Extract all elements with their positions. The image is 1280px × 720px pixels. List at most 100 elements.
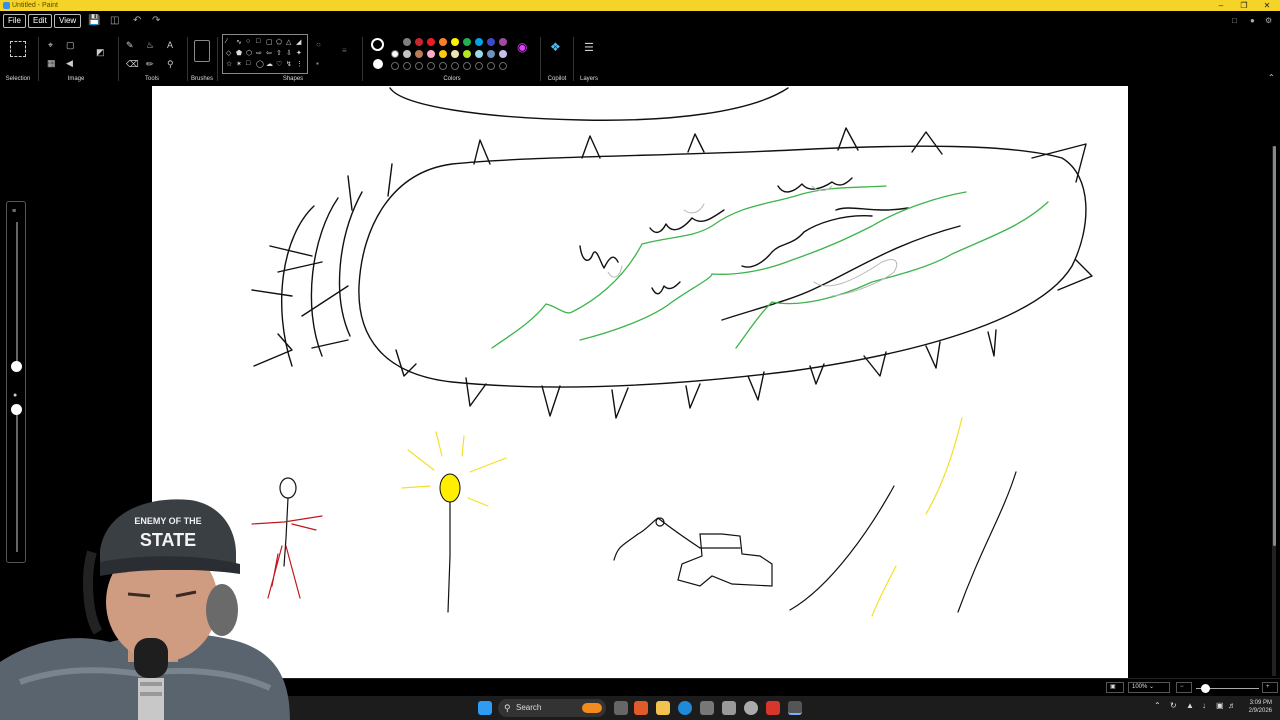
custom-color-slot[interactable] bbox=[415, 62, 423, 70]
callout-rect-shape-icon[interactable]: □ bbox=[246, 60, 256, 71]
zoom-slider-knob[interactable] bbox=[1201, 684, 1210, 693]
star5-shape-icon[interactable]: ☆ bbox=[226, 60, 236, 71]
size-slider-knob[interactable] bbox=[11, 361, 22, 372]
copilot-taskbar-icon[interactable] bbox=[634, 701, 648, 715]
shapes-grid[interactable]: ∕ ∿ ○ □ ▢ ⬠ △ ◢ ◇ ⬟ ⬡ ⇨ ⇦ ⇧ ⇩ ✦ ☆ ✶ □ ◯ … bbox=[226, 38, 306, 71]
left-arrow-shape-icon[interactable]: ⇦ bbox=[266, 49, 276, 60]
secondary-color-swatch[interactable] bbox=[373, 59, 383, 69]
start-menu-icon[interactable] bbox=[478, 701, 492, 715]
edit-colors-icon[interactable]: ◉ bbox=[517, 41, 527, 53]
fit-screen-button[interactable]: ▣ bbox=[1106, 682, 1124, 693]
fill-icon[interactable]: ♨ bbox=[146, 40, 154, 50]
zoom-in-button[interactable]: + bbox=[1262, 682, 1278, 693]
curve-shape-icon[interactable]: ∿ bbox=[236, 38, 246, 49]
color-swatch[interactable] bbox=[415, 50, 423, 58]
profile-icon[interactable]: ● bbox=[1250, 15, 1255, 27]
up-arrow-shape-icon[interactable]: ⇧ bbox=[276, 49, 286, 60]
image-grid-icon[interactable]: ▦ bbox=[47, 58, 56, 68]
heart-shape-icon[interactable]: ♡ bbox=[276, 60, 286, 71]
zoom-level-dropdown[interactable]: 100% ⌄ bbox=[1128, 682, 1170, 693]
view-menu[interactable]: View bbox=[54, 14, 82, 28]
brush-icon[interactable] bbox=[194, 40, 210, 62]
custom-color-slot[interactable] bbox=[475, 62, 483, 70]
taskbar-search[interactable]: ⚲ Search bbox=[498, 699, 606, 717]
color-swatch[interactable] bbox=[475, 38, 483, 46]
color-swatch[interactable] bbox=[451, 50, 459, 58]
color-swatch[interactable] bbox=[403, 38, 411, 46]
custom-color-slot[interactable] bbox=[499, 62, 507, 70]
file-explorer-icon[interactable] bbox=[656, 701, 670, 715]
color-picker-icon[interactable]: ✏ bbox=[146, 59, 154, 69]
text-icon[interactable]: A bbox=[167, 40, 173, 50]
color-swatch[interactable] bbox=[451, 38, 459, 46]
layers-icon[interactable]: ☰ bbox=[584, 43, 594, 54]
edge-browser-icon[interactable] bbox=[678, 701, 692, 715]
color-swatch[interactable] bbox=[487, 38, 495, 46]
save-icon[interactable]: 💾 bbox=[88, 15, 100, 27]
oval-shape-icon[interactable]: ○ bbox=[246, 38, 256, 49]
color-swatch[interactable] bbox=[403, 50, 411, 58]
task-view-icon[interactable] bbox=[614, 701, 628, 715]
custom-color-slot[interactable] bbox=[391, 62, 399, 70]
custom-color-slot[interactable] bbox=[463, 62, 471, 70]
hexagon-shape-icon[interactable]: ⬡ bbox=[246, 49, 256, 60]
close-button[interactable]: ✕ bbox=[1256, 0, 1278, 11]
more-shapes-icon[interactable]: ⋮ bbox=[296, 60, 306, 71]
collapse-ribbon-icon[interactable]: ⌃ bbox=[1268, 73, 1275, 83]
opacity-slider-knob[interactable] bbox=[11, 404, 22, 415]
pentagon-shape-icon[interactable]: ⬟ bbox=[236, 49, 246, 60]
color-swatch[interactable] bbox=[499, 38, 507, 46]
volume-icon[interactable]: ♬ bbox=[1228, 701, 1236, 710]
security-icon[interactable]: ▲ bbox=[1186, 701, 1194, 710]
system-clock[interactable]: 3:09 PM 2/9/2026 bbox=[1238, 699, 1272, 715]
sync-icon[interactable]: ↻ bbox=[1170, 701, 1177, 710]
color-swatch[interactable] bbox=[463, 38, 471, 46]
settings-taskbar-icon[interactable] bbox=[722, 701, 736, 715]
scrollbar-thumb[interactable] bbox=[1273, 146, 1276, 546]
minimize-button[interactable]: – bbox=[1210, 0, 1232, 11]
lightning-shape-icon[interactable]: ↯ bbox=[286, 60, 296, 71]
right-triangle-shape-icon[interactable]: ◢ bbox=[296, 38, 306, 49]
file-menu[interactable]: File bbox=[3, 14, 26, 28]
color-swatch[interactable] bbox=[427, 50, 435, 58]
custom-color-slot[interactable] bbox=[439, 62, 447, 70]
color-swatch[interactable] bbox=[427, 38, 435, 46]
rectangle-shape-icon[interactable]: □ bbox=[256, 38, 266, 49]
brave-browser-icon[interactable] bbox=[766, 701, 780, 715]
custom-color-slot[interactable] bbox=[451, 62, 459, 70]
star4-shape-icon[interactable]: ✦ bbox=[296, 49, 306, 60]
polygon-shape-icon[interactable]: ⬠ bbox=[276, 38, 286, 49]
color-palette[interactable] bbox=[391, 38, 511, 74]
download-icon[interactable]: ↓ bbox=[1202, 701, 1206, 710]
magnifier-icon[interactable]: ⚲ bbox=[167, 59, 174, 69]
edit-menu[interactable]: Edit bbox=[28, 14, 52, 28]
zoom-out-button[interactable]: − bbox=[1176, 682, 1192, 693]
custom-color-slot[interactable] bbox=[427, 62, 435, 70]
down-arrow-shape-icon[interactable]: ⇩ bbox=[286, 49, 296, 60]
copilot-icon[interactable]: ❖ bbox=[550, 41, 561, 53]
color-swatch[interactable] bbox=[475, 50, 483, 58]
undo-icon[interactable]: ↶ bbox=[133, 15, 141, 27]
cloud-shape-icon[interactable]: ☁ bbox=[266, 60, 276, 71]
display-icon[interactable]: ▣ bbox=[1216, 701, 1224, 710]
color-swatch[interactable] bbox=[463, 50, 471, 58]
pencil-icon[interactable]: ✎ bbox=[126, 40, 134, 50]
size-icon[interactable]: ≡ bbox=[342, 46, 347, 56]
shape-fill-icon[interactable]: ▪ bbox=[316, 59, 319, 69]
line-shape-icon[interactable]: ∕ bbox=[226, 38, 236, 49]
rounded-rect-shape-icon[interactable]: ▢ bbox=[266, 38, 276, 49]
color-swatch[interactable] bbox=[487, 50, 495, 58]
share-icon[interactable]: ◫ bbox=[110, 15, 119, 27]
outline-icon[interactable]: ○ bbox=[316, 40, 321, 50]
callout-oval-shape-icon[interactable]: ◯ bbox=[256, 60, 266, 71]
drawing-canvas[interactable] bbox=[152, 86, 1128, 678]
crop-icon[interactable]: ⌖ bbox=[48, 40, 53, 50]
paint-taskbar-icon[interactable] bbox=[788, 701, 802, 715]
triangle-shape-icon[interactable]: △ bbox=[286, 38, 296, 49]
app-icon[interactable] bbox=[744, 701, 758, 715]
color-swatch[interactable] bbox=[415, 38, 423, 46]
color-swatch[interactable] bbox=[391, 50, 399, 58]
star6-shape-icon[interactable]: ✶ bbox=[236, 60, 246, 71]
resize-icon[interactable]: ▢ bbox=[66, 40, 75, 50]
notification-icon[interactable]: □ bbox=[1232, 15, 1237, 27]
